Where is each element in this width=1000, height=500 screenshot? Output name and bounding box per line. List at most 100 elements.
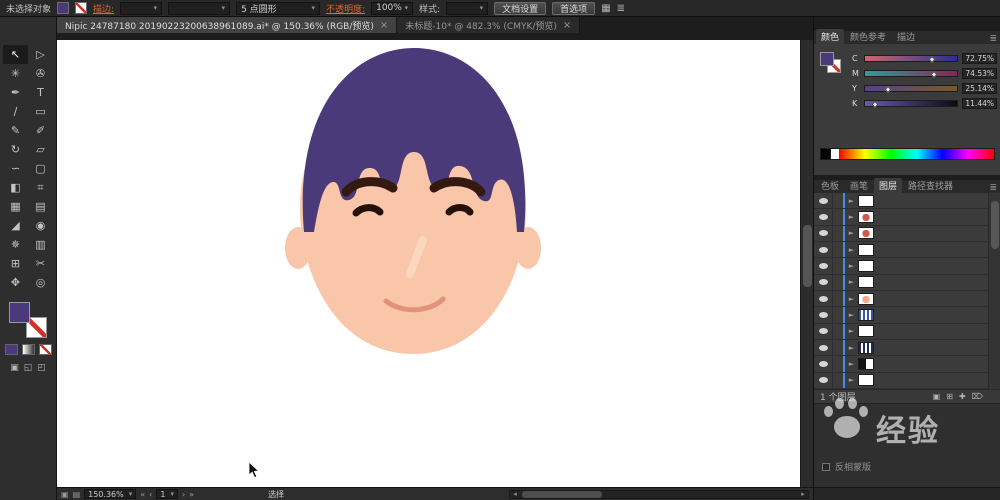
channel-value[interactable]: 74.53%	[962, 68, 997, 79]
free-transform-tool[interactable]: ▢	[28, 159, 53, 178]
layer-row-10[interactable]: ►○	[814, 339, 1000, 357]
face-artwork[interactable]	[57, 40, 800, 487]
artboard-canvas[interactable]	[57, 40, 800, 487]
draw-mode-1-icon[interactable]: ▣	[10, 363, 19, 373]
layer-thumbnail[interactable]	[858, 357, 874, 370]
fill-color-swatch[interactable]	[57, 2, 70, 14]
lock-cell[interactable]	[833, 339, 845, 356]
visibility-toggle[interactable]	[814, 290, 833, 307]
layer-row-2[interactable]: ►○	[814, 209, 1000, 226]
expand-triangle-icon[interactable]: ►	[845, 197, 858, 205]
layer-row-12[interactable]: ►○	[814, 372, 1000, 389]
expand-triangle-icon[interactable]: ►	[845, 213, 858, 221]
selection-tool[interactable]: ↖	[3, 45, 28, 64]
layer-row-4[interactable]: ►○	[814, 241, 1000, 259]
visibility-toggle[interactable]	[814, 372, 833, 388]
prev-artboard-button[interactable]: ‹	[149, 490, 152, 499]
panel-tab-画笔[interactable]: 画笔	[845, 178, 873, 193]
eyedropper-tool[interactable]: ◢	[3, 216, 28, 235]
visibility-toggle[interactable]	[814, 225, 833, 241]
mesh-tool[interactable]: ▦	[3, 197, 28, 216]
channel-value[interactable]: 11.44%	[962, 98, 997, 109]
layer-row-7[interactable]: ►○	[814, 290, 1000, 308]
perspective-grid-tool[interactable]: ⌗	[28, 178, 53, 197]
tab-close-icon[interactable]: ×	[380, 20, 388, 31]
panel-menu-icon[interactable]: ≣	[989, 183, 999, 193]
expand-triangle-icon[interactable]: ►	[845, 360, 858, 368]
scroll-right-icon[interactable]: ▸	[798, 490, 808, 498]
document-tab-1[interactable]: Nipic 24787180 20190223200638961089.ai* …	[57, 17, 398, 33]
channel-value[interactable]: 25.14%	[962, 83, 997, 94]
lock-cell[interactable]	[833, 356, 845, 372]
channel-slider-knob[interactable]	[884, 85, 892, 94]
layer-thumbnail[interactable]	[858, 341, 874, 354]
layer-thumbnail[interactable]	[858, 227, 874, 240]
color-menu-icon[interactable]: ≣	[989, 34, 999, 44]
direct-selection-tool[interactable]: ▷	[28, 45, 53, 64]
invert-mask-checkbox[interactable]	[822, 462, 830, 471]
expand-triangle-icon[interactable]: ►	[845, 246, 858, 254]
channel-slider[interactable]	[864, 70, 958, 79]
layer-thumbnail[interactable]	[858, 194, 874, 207]
visibility-toggle[interactable]	[814, 339, 833, 356]
color-tab-颜色参考[interactable]: 颜色参考	[845, 29, 891, 44]
visibility-toggle[interactable]	[814, 323, 833, 339]
layers-scrollbar-thumb[interactable]	[991, 201, 999, 249]
artboard-nav-dropdown[interactable]: 1 ▾	[156, 489, 178, 499]
shape-builder-tool[interactable]: ◧	[3, 178, 28, 197]
layer-thumbnail[interactable]	[858, 308, 874, 321]
layer-thumbnail[interactable]	[858, 243, 874, 256]
expand-triangle-icon[interactable]: ►	[845, 229, 858, 237]
zoom-dropdown[interactable]: 150.36% ▾	[84, 489, 137, 499]
artboard-tool[interactable]: ⊞	[3, 254, 28, 273]
layer-thumbnail[interactable]	[858, 210, 874, 223]
opacity-dropdown[interactable]: 100% ▾	[371, 1, 414, 15]
workspace-switcher-icon[interactable]: ▦	[601, 3, 610, 14]
channel-slider-knob[interactable]	[871, 100, 879, 109]
rectangle-tool[interactable]: ▭	[28, 102, 53, 121]
scale-tool[interactable]: ▱	[28, 140, 53, 159]
color-button[interactable]	[4, 344, 18, 355]
visibility-toggle[interactable]	[814, 274, 833, 290]
fill-proxy-swatch[interactable]	[9, 302, 30, 323]
next-artboard-button[interactable]: ›	[182, 490, 185, 499]
brush-definition-dropdown[interactable]: 5 点圆形 ▾	[236, 1, 321, 15]
document-setup-button[interactable]: 文档设置	[494, 1, 547, 15]
color-spectrum-bar[interactable]	[839, 149, 994, 159]
lock-cell[interactable]	[833, 274, 845, 290]
layer-row-1[interactable]: ►○	[814, 193, 1000, 210]
layer-thumbnail[interactable]	[858, 259, 874, 272]
draw-mode-3-icon[interactable]: ◰	[37, 363, 46, 373]
draw-mode-2-icon[interactable]: ◱	[24, 363, 33, 373]
lock-cell[interactable]	[833, 258, 845, 274]
layer-row-6[interactable]: ►○	[814, 274, 1000, 291]
layer-row-3[interactable]: ►○	[814, 225, 1000, 242]
fill-proxy-swatch[interactable]	[820, 52, 834, 66]
expand-triangle-icon[interactable]: ►	[845, 327, 858, 335]
stroke-link[interactable]: 描边:	[93, 2, 114, 15]
channel-slider-knob[interactable]	[928, 55, 936, 64]
scroll-left-icon[interactable]: ◂	[510, 490, 520, 498]
blend-tool[interactable]: ◉	[28, 216, 53, 235]
layer-thumbnail[interactable]	[858, 292, 874, 305]
visibility-toggle[interactable]	[814, 241, 833, 258]
visibility-toggle[interactable]	[814, 258, 833, 274]
pen-tool[interactable]: ✒	[3, 83, 28, 102]
lock-cell[interactable]	[833, 307, 845, 323]
opacity-link[interactable]: 不透明度:	[326, 2, 365, 15]
visibility-toggle[interactable]	[814, 307, 833, 323]
channel-slider[interactable]	[864, 55, 958, 64]
last-artboard-button[interactable]: »	[189, 490, 194, 499]
layers-footer-icon-3[interactable]: ✚	[959, 392, 966, 401]
visibility-toggle[interactable]	[814, 356, 833, 372]
layer-thumbnail[interactable]	[858, 276, 874, 289]
status-icon-2[interactable]: ▤	[73, 490, 81, 499]
status-icon-1[interactable]: ▣	[61, 490, 69, 499]
expand-triangle-icon[interactable]: ►	[845, 295, 858, 303]
expand-triangle-icon[interactable]: ►	[845, 278, 858, 286]
style-dropdown[interactable]: ▾	[446, 1, 489, 15]
channel-value[interactable]: 72.75%	[962, 53, 997, 64]
gradient-tool[interactable]: ▤	[28, 197, 53, 216]
paintbrush-tool[interactable]: ✐	[28, 121, 53, 140]
stroke-weight-dropdown[interactable]: ▾	[120, 1, 163, 15]
